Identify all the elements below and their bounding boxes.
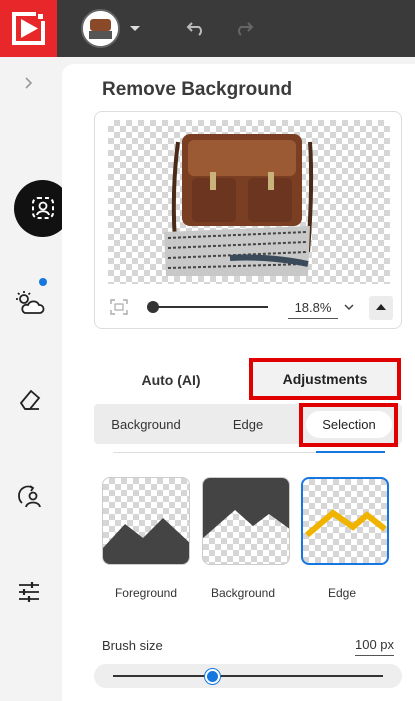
fit-screen-icon[interactable] [110,299,128,315]
mountain-inverse-icon [203,478,289,538]
weather-icon[interactable] [15,290,45,316]
tab-auto-ai[interactable]: Auto (AI) [102,360,240,400]
top-bar [0,0,415,57]
zoom-slider-track[interactable] [150,306,268,308]
mountain-icon [103,518,189,564]
collapse-preview-button[interactable] [369,296,393,320]
notification-dot [39,278,47,286]
brush-slider-handle[interactable] [204,669,220,684]
left-toolbar [0,57,57,701]
chevron-down-icon[interactable] [343,302,355,312]
mode-background-card[interactable] [202,477,290,565]
remove-background-icon [32,197,54,219]
brush-slider-track[interactable] [113,675,383,677]
bag-image [164,134,314,276]
zoom-value[interactable]: 18.8% [288,300,338,319]
segment-edge[interactable]: Edge [198,404,298,444]
brush-size-label: Brush size [102,638,163,653]
brush-size-value[interactable]: 100 px [355,637,395,656]
undo-icon[interactable] [186,19,206,37]
mode-label: Background [210,586,276,600]
edge-line-icon [305,509,387,538]
sliders-icon[interactable] [17,581,41,603]
photo-thumbnail[interactable] [81,9,120,48]
chevron-right-icon[interactable] [21,76,35,90]
mode-label: Edge [327,586,357,600]
mode-label: Foreground [114,586,178,600]
tab-adjustments[interactable]: Adjustments [249,358,401,400]
segment-background[interactable]: Background [96,404,196,444]
app-logo[interactable] [0,0,57,57]
zoom-slider-handle[interactable] [147,301,159,313]
selection-highlight [299,403,398,447]
mode-edge-card[interactable] [301,477,389,565]
mode-foreground-card[interactable] [102,477,190,565]
person-swap-icon[interactable] [16,483,44,509]
panel-title: Remove Background [102,79,293,100]
active-indicator [316,451,385,453]
chevron-down-icon[interactable] [128,22,142,34]
redo-icon [238,22,254,36]
eraser-icon[interactable] [17,387,43,413]
